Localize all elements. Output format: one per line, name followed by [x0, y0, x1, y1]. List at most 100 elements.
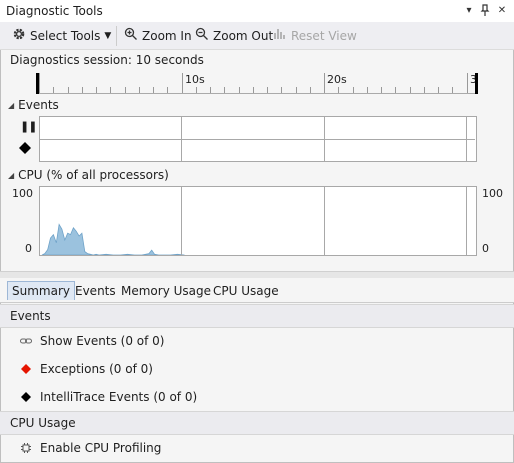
exceptions-label: Exceptions (0 of 0) [40, 362, 153, 376]
cpu-usage-group-header: CPU Usage [0, 411, 514, 435]
cpu-usage-group-title: CPU Usage [10, 416, 76, 430]
ruler-tick [153, 87, 154, 93]
grid-line-10s [181, 116, 182, 161]
ruler-tick [309, 87, 311, 93]
zoom-in-button[interactable]: Zoom In [124, 27, 192, 45]
dropdown-icon[interactable]: ▾ [462, 4, 476, 18]
ruler-tick [96, 87, 97, 93]
cpu-chart-area[interactable] [39, 186, 477, 256]
black-diamond-icon [20, 392, 32, 402]
reset-view-label: Reset View [291, 29, 357, 43]
ruler-tick [452, 87, 454, 93]
collapse-triangle-icon: ◢ [8, 100, 15, 110]
select-tools-button[interactable]: Select Tools ▼ [12, 28, 111, 44]
show-events-label: Show Events (0 of 0) [40, 334, 165, 348]
cpu-chart-svg [41, 223, 185, 255]
grid-line-30s [466, 186, 467, 255]
ruler-label-10s: 10s [185, 73, 205, 86]
ruler-tick [224, 87, 226, 93]
ruler-tick [53, 87, 55, 93]
toolbar-separator [116, 26, 117, 46]
pause-icon: ❚❚ [20, 120, 37, 133]
cpu-y-max-left: 100 [12, 187, 33, 200]
cpu-usage-area [41, 223, 185, 255]
ruler-tick [324, 73, 325, 93]
selection-start-marker[interactable] [36, 73, 39, 94]
ruler-tick [39, 73, 40, 93]
selection-end-marker[interactable] [475, 73, 478, 94]
ruler-tick [252, 87, 254, 93]
zoom-in-label: Zoom In [142, 29, 192, 43]
ruler-tick [366, 87, 368, 93]
cpu-section-title: CPU (% of all processors) [18, 168, 169, 182]
intellitrace-events-item[interactable]: IntelliTrace Events (0 of 0) [20, 390, 197, 404]
tab-cpu-usage[interactable]: CPU Usage [209, 282, 283, 300]
zoom-out-icon [195, 27, 209, 45]
tab-strip: Summary Events Memory Usage CPU Usage [0, 278, 514, 303]
ruler-tick [409, 87, 411, 93]
close-icon[interactable]: ✕ [495, 4, 509, 18]
ruler-tick [210, 87, 211, 93]
grid-line-20s [324, 116, 325, 161]
events-group-header: Events [0, 304, 514, 328]
ruler-tick [267, 87, 268, 93]
ruler-tick [124, 87, 126, 93]
zoom-out-button[interactable]: Zoom Out [195, 27, 274, 45]
zoom-out-label: Zoom Out [213, 29, 274, 43]
ruler-tick [81, 87, 83, 93]
grid-line-20s [324, 186, 325, 255]
events-section-title: Events [18, 98, 59, 112]
ruler-tick [438, 87, 439, 93]
select-tools-label: Select Tools [30, 29, 101, 43]
grid-line-10s [181, 186, 182, 255]
collapse-triangle-icon: ◢ [8, 170, 15, 180]
chain-link-icon [20, 337, 32, 345]
intellitrace-events-label: IntelliTrace Events (0 of 0) [40, 390, 198, 404]
cpu-y-min-left: 0 [25, 242, 32, 255]
ruler-tick [181, 73, 183, 93]
reset-view-icon [273, 27, 287, 45]
ruler-tick [352, 87, 354, 93]
ruler-tick [338, 87, 340, 93]
chevron-down-icon: ▼ [104, 31, 112, 41]
timeline-ruler[interactable]: 10s 20s 3 [39, 71, 477, 95]
window-title: Diagnostic Tools [6, 4, 103, 18]
ruler-tick [381, 87, 382, 93]
ruler-tick [195, 87, 197, 93]
grid-line-30s [466, 116, 467, 161]
toolbar: Select Tools ▼ Zoom In Zoom Out Reset Vi… [0, 22, 514, 50]
ruler-tick [167, 87, 169, 93]
exceptions-item[interactable]: Exceptions (0 of 0) [20, 362, 153, 376]
cpu-section-header[interactable]: ◢ CPU (% of all processors) [8, 168, 169, 182]
ruler-tick [395, 87, 397, 93]
diamond-icon [19, 142, 31, 157]
reset-view-button[interactable]: Reset View [273, 28, 357, 44]
gear-icon [12, 27, 26, 45]
ruler-tick [67, 87, 69, 93]
tab-memory-usage[interactable]: Memory Usage [117, 282, 215, 300]
ruler-tick [295, 87, 297, 93]
events-row-divider [40, 139, 475, 140]
title-bar: Diagnostic Tools ▾ ✕ [0, 0, 514, 22]
zoom-in-icon [124, 27, 138, 45]
cpu-y-min-right: 0 [482, 242, 489, 255]
tab-summary[interactable]: Summary [7, 281, 75, 300]
show-events-item[interactable]: Show Events (0 of 0) [20, 334, 164, 348]
events-group-title: Events [10, 309, 51, 323]
red-diamond-icon [20, 364, 32, 374]
cpu-y-max-right: 100 [482, 187, 503, 200]
ruler-label-20s: 20s [327, 73, 347, 86]
ruler-tick [110, 87, 112, 93]
ruler-tick [138, 87, 140, 93]
ruler-baseline [39, 93, 476, 94]
session-label: Diagnostics session: 10 seconds [10, 53, 204, 67]
tab-events[interactable]: Events [71, 282, 120, 300]
events-section-header[interactable]: ◢ Events [8, 98, 59, 112]
enable-cpu-profiling-label: Enable CPU Profiling [40, 441, 162, 455]
enable-cpu-profiling-item[interactable]: Enable CPU Profiling [20, 441, 161, 455]
ruler-tick [466, 73, 468, 93]
pin-icon[interactable] [478, 4, 492, 18]
ruler-tick [238, 87, 240, 93]
ruler-tick [281, 87, 283, 93]
cpu-chip-icon [20, 442, 32, 454]
